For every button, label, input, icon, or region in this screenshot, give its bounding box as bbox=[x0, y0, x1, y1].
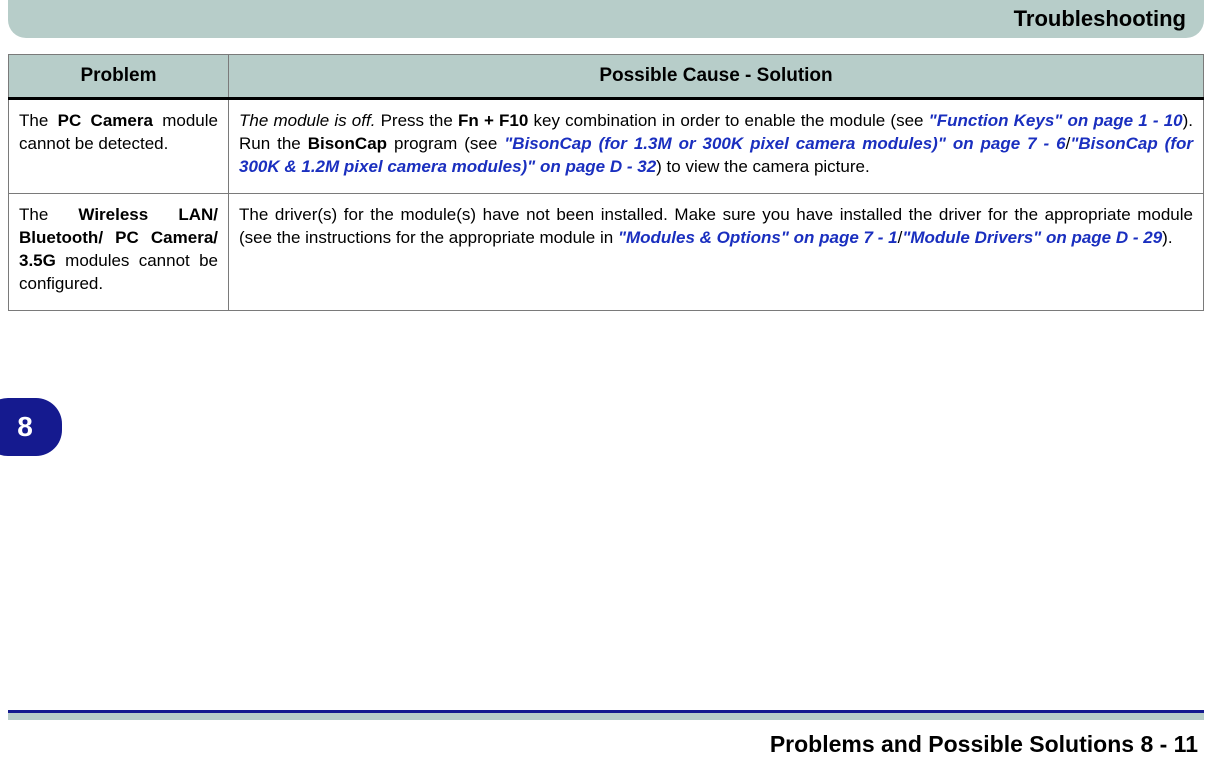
troubleshooting-table: Problem Possible Cause - Solution The PC… bbox=[8, 54, 1204, 311]
link-bisoncap-13m[interactable]: "BisonCap (for 1.3M or 300K pixel camera… bbox=[504, 134, 1065, 153]
table-row: The PC Camera module cannot be detected.… bbox=[9, 99, 1204, 194]
table-row: The Wireless LAN/ Bluetooth/ PC Camera/ … bbox=[9, 193, 1204, 310]
link-module-drivers[interactable]: "Module Drivers" on page D - 29 bbox=[902, 228, 1162, 247]
th-problem: Problem bbox=[9, 55, 229, 99]
cell-solution: The driver(s) for the module(s) have not… bbox=[229, 193, 1204, 310]
link-function-keys[interactable]: "Function Keys" on page 1 - 10 bbox=[929, 111, 1183, 130]
cell-problem: The PC Camera module cannot be detected. bbox=[9, 99, 229, 194]
troubleshooting-table-wrap: Problem Possible Cause - Solution The PC… bbox=[8, 54, 1204, 311]
cell-problem: The Wireless LAN/ Bluetooth/ PC Camera/ … bbox=[9, 193, 229, 310]
footer-text: Problems and Possible Solutions 8 - 11 bbox=[770, 731, 1198, 758]
chapter-number: 8 bbox=[17, 411, 33, 443]
link-modules-options[interactable]: "Modules & Options" on page 7 - 1 bbox=[618, 228, 898, 247]
header-bar: Troubleshooting bbox=[8, 0, 1204, 38]
cell-solution: The module is off. Press the Fn + F10 ke… bbox=[229, 99, 1204, 194]
page-header-title: Troubleshooting bbox=[1014, 6, 1186, 32]
th-solution: Possible Cause - Solution bbox=[229, 55, 1204, 99]
chapter-tab: 8 bbox=[0, 398, 62, 456]
footer-bar bbox=[8, 710, 1204, 720]
